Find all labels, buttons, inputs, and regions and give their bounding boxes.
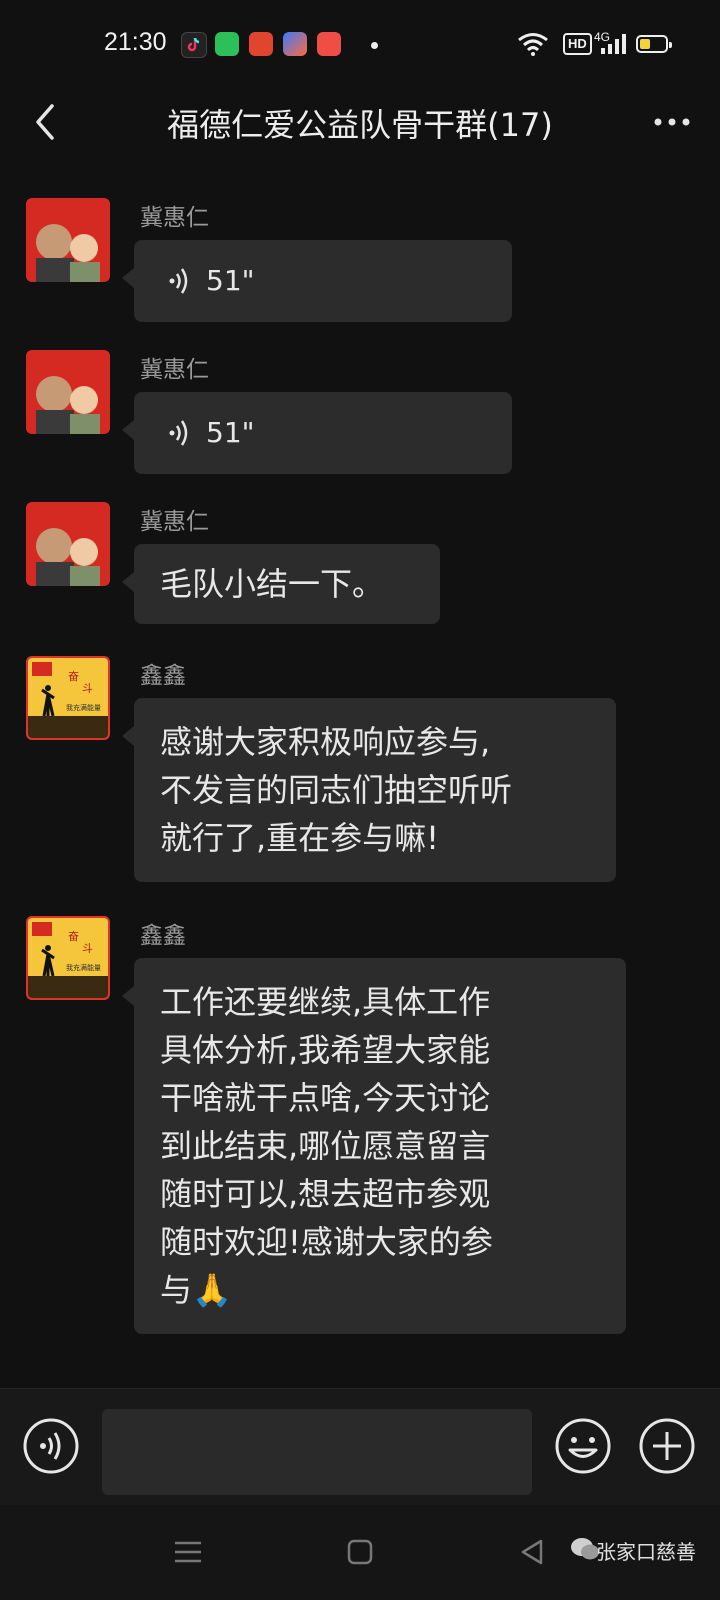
text-message-bubble[interactable]: 感谢大家积极响应参与, 不发言的同志们抽空听听 就行了,重在参与嘛! bbox=[122, 698, 616, 882]
signal-icon bbox=[601, 34, 626, 54]
message-text-line: 具体分析,我希望大家能 bbox=[160, 1031, 491, 1069]
colorful-app-icon bbox=[283, 32, 307, 56]
status-bar: 21:30 HD 4G bbox=[0, 0, 720, 80]
green-app-icon bbox=[215, 32, 239, 56]
avatar[interactable]: 奋 斗 我充满能量 bbox=[26, 916, 110, 1000]
message-text-line: 工作还要继续,具体工作 bbox=[160, 983, 491, 1021]
avatar[interactable]: 奋 斗 我充满能量 bbox=[26, 656, 110, 740]
voice-wave-icon bbox=[169, 268, 188, 294]
home-icon[interactable] bbox=[343, 1535, 377, 1569]
message-text-line: 到此结束,哪位愿意留言 bbox=[160, 1127, 491, 1165]
notification-dot bbox=[371, 42, 378, 49]
avatar-text: 我充满能量 bbox=[66, 703, 101, 712]
avatar-text: 奋 bbox=[68, 669, 79, 683]
chat-header: 福德仁爱公益队骨干群(17) bbox=[0, 82, 720, 162]
message-input[interactable] bbox=[102, 1409, 532, 1495]
avatar[interactable] bbox=[26, 350, 110, 434]
avatar-text: 斗 bbox=[82, 942, 93, 955]
avatar[interactable] bbox=[26, 502, 110, 586]
battery-icon bbox=[636, 35, 672, 53]
menu-icon[interactable] bbox=[171, 1535, 205, 1569]
add-attachment-icon[interactable] bbox=[638, 1417, 696, 1475]
chat-title: 福德仁爱公益队骨干群(17) bbox=[167, 106, 553, 144]
more-options-icon[interactable] bbox=[650, 104, 694, 140]
emoji-icon[interactable] bbox=[554, 1417, 612, 1475]
voice-wave-icon bbox=[169, 420, 188, 446]
message-text-line: 随时可以,想去超市参观 bbox=[160, 1175, 491, 1213]
message-text-line: 干啥就干点啥,今天讨论 bbox=[160, 1079, 491, 1117]
back-triangle-icon[interactable] bbox=[515, 1535, 549, 1569]
voice-duration: 51" bbox=[206, 416, 255, 449]
hd-badge: HD bbox=[563, 33, 592, 55]
wifi-icon bbox=[518, 33, 548, 56]
message-text-line: 不发言的同志们抽空听听 bbox=[160, 771, 513, 809]
avatar-text: 我充满能量 bbox=[66, 963, 101, 972]
voice-duration: 51" bbox=[206, 264, 255, 297]
sender-name: 冀惠仁 bbox=[140, 357, 209, 383]
status-time: 21:30 bbox=[104, 28, 167, 56]
text-message-bubble[interactable]: 工作还要继续,具体工作 具体分析,我希望大家能 干啥就干点啥,今天讨论 到此结束… bbox=[122, 958, 626, 1334]
avatar[interactable] bbox=[26, 198, 110, 282]
message-text-line: 随时欢迎!感谢大家的参 bbox=[160, 1223, 493, 1261]
message-text-line: 感谢大家积极响应参与, bbox=[160, 723, 491, 761]
sender-name: 冀惠仁 bbox=[140, 509, 209, 535]
avatar-text: 奋 bbox=[68, 929, 79, 943]
message-text-line: 与🙏 bbox=[160, 1271, 232, 1309]
voice-message-bubble[interactable]: 51" bbox=[122, 392, 512, 474]
message-text-line: 毛队小结一下。 bbox=[160, 565, 385, 603]
text-message-bubble[interactable]: 毛队小结一下。 bbox=[122, 544, 440, 624]
voice-input-icon[interactable] bbox=[22, 1417, 80, 1475]
input-bar bbox=[0, 1388, 720, 1505]
tiktok-icon bbox=[181, 32, 207, 58]
sender-name: 鑫鑫 bbox=[140, 923, 186, 949]
sender-name: 冀惠仁 bbox=[140, 205, 209, 231]
system-nav-bar: 张家口慈善 bbox=[0, 1505, 720, 1600]
music-app-icon bbox=[317, 32, 341, 56]
voice-message-bubble[interactable]: 51" bbox=[122, 240, 512, 322]
watermark-text: 张家口慈善 bbox=[596, 1540, 696, 1564]
sender-name: 鑫鑫 bbox=[140, 663, 186, 689]
message-text-line: 就行了,重在参与嘛! bbox=[160, 819, 440, 857]
avatar-text: 斗 bbox=[82, 682, 93, 695]
red-app-icon bbox=[249, 32, 273, 56]
